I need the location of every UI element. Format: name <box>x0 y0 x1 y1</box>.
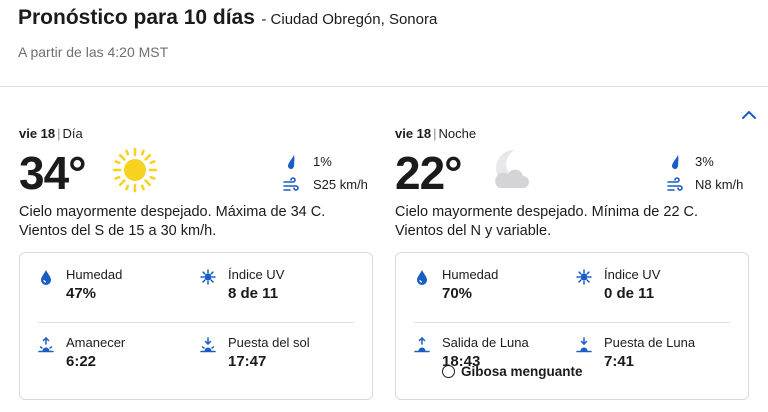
humidity-value: 70% <box>442 285 473 302</box>
moon-phase: Gibosa menguante <box>442 364 583 379</box>
precip-value: 3% <box>695 154 714 169</box>
uv-value: 0 de 11 <box>604 285 655 302</box>
period-date: vie 18 <box>395 126 432 141</box>
as-of-time: A partir de las 4:20 MST <box>18 44 169 60</box>
uv-label: Índice UV <box>604 267 661 282</box>
temperature: 22° <box>395 147 463 199</box>
uv-sun-icon <box>200 269 216 285</box>
page-title: Pronóstico para 10 días <box>18 6 255 29</box>
wind-value: S25 km/h <box>313 177 368 192</box>
forecast-description: Cielo mayormente despejado. Máxima de 34… <box>19 204 326 239</box>
sunrise-label: Amanecer <box>66 335 126 350</box>
period-name: Noche <box>438 126 477 141</box>
period-separator: | <box>57 126 61 141</box>
wind-icon <box>283 177 299 191</box>
uv-sun-icon <box>576 269 592 285</box>
sunrise-value: 6:22 <box>66 353 97 370</box>
moon-cloud-icon <box>495 149 529 188</box>
moonset-icon <box>576 337 592 353</box>
period-date: vie 18 <box>19 126 56 141</box>
sunrise-icon <box>38 337 54 353</box>
raindrop-icon <box>288 155 295 169</box>
period-heading: vie 18 | Noche <box>395 126 476 141</box>
forecast-description: Cielo mayormente despejado. Mínima de 22… <box>395 204 699 239</box>
moon-phase-label: Gibosa menguante <box>461 364 583 379</box>
day-forecast-panel: vie 18 | Día 34° 1% S25 km/h Cielo mayor… <box>19 124 375 404</box>
page-header: Pronóstico para 10 días - Ciudad Obregón… <box>18 6 758 30</box>
night-forecast-panel: vie 18 | Noche 22° 3% N8 km/h Cielo mayorm… <box>395 124 751 404</box>
period-name: Día <box>62 126 83 141</box>
moonset-value: 7:41 <box>604 353 635 370</box>
humidity-value: 47% <box>66 285 97 302</box>
period-separator: | <box>433 126 437 141</box>
moonrise-label: Salida de Luna <box>442 335 529 350</box>
sunset-label: Puesta del sol <box>228 335 310 350</box>
header-divider <box>0 86 768 87</box>
sun-icon <box>112 147 158 193</box>
humidity-icon <box>417 270 427 285</box>
details-card: Humedad 70% Índice UV 0 de 11 Salida de … <box>395 252 749 400</box>
humidity-icon <box>41 270 51 285</box>
uv-value: 8 de 11 <box>228 285 279 302</box>
precip-value: 1% <box>313 154 332 169</box>
wind-value: N8 km/h <box>695 177 744 192</box>
moonset-label: Puesta de Luna <box>604 335 696 350</box>
details-divider <box>38 322 354 323</box>
sunset-icon <box>200 337 216 353</box>
humidity-label: Humedad <box>442 267 499 282</box>
location-name: - Ciudad Obregón, Sonora <box>261 11 438 28</box>
period-heading: vie 18 | Día <box>19 126 83 141</box>
moon-phase-icon <box>442 365 455 378</box>
moonrise-icon <box>414 337 430 353</box>
uv-label: Índice UV <box>228 267 285 282</box>
raindrop-icon <box>672 155 679 169</box>
wind-icon <box>667 177 683 191</box>
sunset-value: 17:47 <box>228 353 267 370</box>
details-card: Humedad 47% Índice UV 8 de 11 Amanecer 6… <box>19 252 373 400</box>
details-divider <box>414 322 730 323</box>
temperature: 34° <box>19 147 87 199</box>
chevron-up-icon[interactable] <box>741 108 757 120</box>
humidity-label: Humedad <box>66 267 123 282</box>
